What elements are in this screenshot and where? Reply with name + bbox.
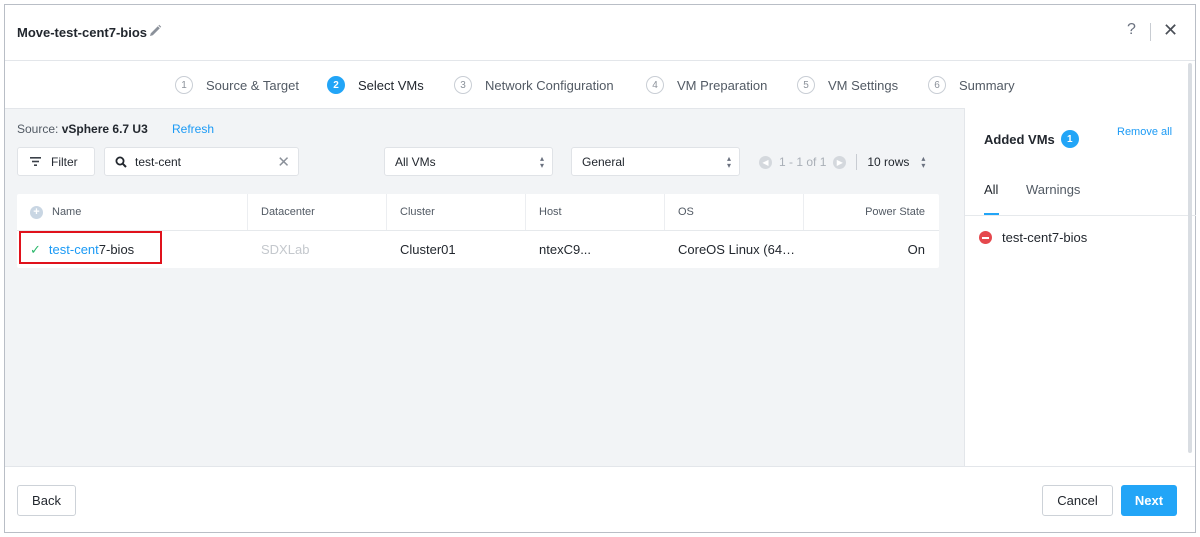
prev-page-icon[interactable]: ◀: [759, 155, 772, 169]
search-input[interactable]: [135, 154, 275, 169]
host-cell: ntexC9...: [539, 242, 592, 257]
select-caret-icon: ▴ ▾: [539, 154, 544, 170]
rows-per-page[interactable]: 10 rows: [867, 155, 909, 169]
refresh-link[interactable]: Refresh: [172, 122, 214, 136]
list-item: test-cent7-bios: [979, 230, 1087, 245]
added-vms-tabs: All Warnings: [965, 180, 1196, 216]
added-vms-title: Added VMs: [984, 131, 1055, 147]
filter-button[interactable]: Filter: [17, 147, 95, 176]
step-number: 1: [175, 76, 193, 94]
step-number: 6: [928, 76, 946, 94]
source-prefix: Source:: [17, 122, 59, 136]
clear-search-icon[interactable]: ✕: [277, 153, 290, 171]
step-label: Summary: [959, 77, 1015, 93]
next-page-icon[interactable]: ▶: [833, 155, 847, 169]
tab-all[interactable]: All: [984, 182, 998, 197]
cluster-cell: Cluster01: [400, 242, 456, 257]
step-summary[interactable]: 6 Summary: [928, 76, 1015, 94]
search-icon: [115, 156, 127, 168]
view-value: General: [582, 154, 625, 169]
dialog-title: Move-test-cent7-bios: [17, 25, 148, 40]
rows-caret-icon[interactable]: ▴ ▾: [921, 155, 925, 170]
add-all-icon[interactable]: +: [30, 205, 43, 219]
datacenter-cell: SDXLab: [261, 242, 310, 257]
header-divider: [1150, 23, 1151, 41]
cancel-button[interactable]: Cancel: [1042, 485, 1113, 516]
help-icon[interactable]: ?: [1127, 21, 1136, 39]
col-os[interactable]: OS: [665, 194, 804, 230]
step-number: 2: [327, 76, 345, 94]
step-vm-settings[interactable]: 5 VM Settings: [797, 76, 898, 94]
active-tab-indicator: [984, 213, 999, 215]
col-name-label: Name: [52, 206, 82, 218]
next-button[interactable]: Next: [1121, 485, 1177, 516]
step-number: 3: [454, 76, 472, 94]
power-state-cell: On: [907, 242, 925, 257]
vm-type-value: All VMs: [395, 154, 436, 169]
col-host[interactable]: Host: [526, 194, 665, 230]
move-dialog: Move-test-cent7-bios ? ✕ 1 Source & Targ…: [4, 4, 1196, 533]
vm-type-select[interactable]: All VMs ▴ ▾: [384, 147, 553, 176]
source-value: vSphere 6.7 U3: [61, 122, 148, 136]
vm-selection-panel: Source: vSphere 6.7 U3 Refresh Filter ✕ …: [5, 108, 964, 466]
highlight-box: [19, 231, 162, 264]
col-name[interactable]: + Name: [17, 194, 248, 230]
pager-divider: [856, 154, 858, 170]
added-vms-panel: Added VMs 1 Remove all All Warnings test…: [964, 108, 1196, 466]
step-network-configuration[interactable]: 3 Network Configuration: [454, 76, 614, 94]
step-vm-preparation[interactable]: 4 VM Preparation: [646, 76, 767, 94]
remove-all-link[interactable]: Remove all: [1117, 126, 1172, 138]
view-select[interactable]: General ▴ ▾: [571, 147, 740, 176]
filter-icon: [30, 157, 41, 166]
step-label: Source & Target: [206, 77, 299, 93]
step-label: Select VMs: [358, 77, 424, 93]
source-info: Source: vSphere 6.7 U3: [17, 122, 148, 136]
remove-icon[interactable]: [979, 231, 992, 244]
step-number: 5: [797, 76, 815, 94]
added-count-badge: 1: [1060, 130, 1079, 148]
step-label: VM Preparation: [677, 77, 768, 93]
edit-pencil-icon[interactable]: [148, 24, 162, 38]
pagination: ◀ 1 - 1 of 1 ▶ 10 rows ▴ ▾: [759, 154, 925, 170]
table-header: + Name Datacenter Cluster Host OS Power …: [17, 194, 939, 231]
dialog-footer: Back Cancel Next: [5, 466, 1195, 532]
vm-search-box: ✕: [104, 147, 299, 176]
col-cluster[interactable]: Cluster: [387, 194, 526, 230]
os-cell: CoreOS Linux (64…: [678, 242, 796, 257]
scrollbar[interactable]: [1188, 63, 1192, 453]
tab-warnings[interactable]: Warnings: [1026, 182, 1080, 197]
step-select-vms[interactable]: 2 Select VMs: [327, 76, 424, 94]
added-vms-header: Added VMs 1: [984, 130, 1079, 148]
close-icon[interactable]: ✕: [1163, 20, 1178, 41]
filter-label: Filter: [51, 154, 78, 169]
step-source-target[interactable]: 1 Source & Target: [175, 76, 299, 94]
col-datacenter[interactable]: Datacenter: [248, 194, 387, 230]
step-label: Network Configuration: [485, 77, 614, 93]
col-power-state[interactable]: Power State: [804, 194, 939, 230]
page-range: 1 - 1 of 1: [779, 155, 827, 169]
added-vm-name: test-cent7-bios: [1002, 230, 1088, 245]
select-caret-icon: ▴ ▾: [726, 154, 731, 170]
back-button[interactable]: Back: [17, 485, 76, 516]
step-number: 4: [646, 76, 664, 94]
wizard-steps: 1 Source & Target 2 Select VMs 3 Network…: [5, 61, 1195, 108]
dialog-header: Move-test-cent7-bios ? ✕: [5, 5, 1195, 61]
step-label: VM Settings: [828, 77, 899, 93]
